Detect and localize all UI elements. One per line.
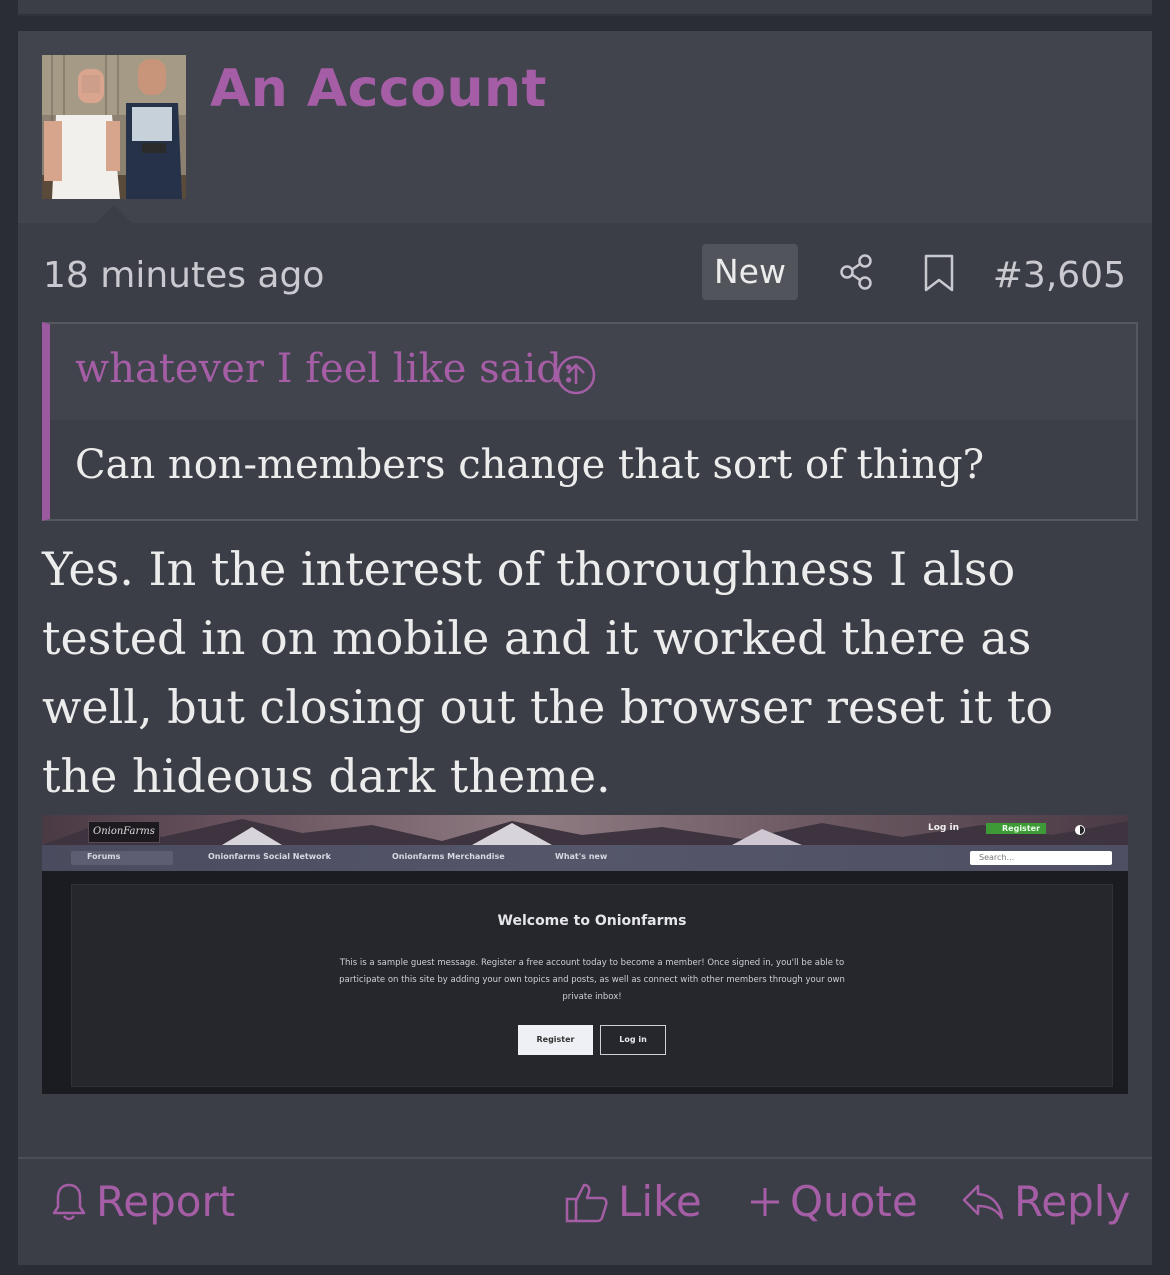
quote-label: Quote bbox=[790, 1177, 918, 1226]
post-user-header: An Account bbox=[18, 31, 1152, 223]
new-badge: New bbox=[702, 244, 798, 300]
quote-content: Can non-members change that sort of thin… bbox=[50, 420, 1136, 519]
bell-icon bbox=[52, 1183, 86, 1220]
like-label: Like bbox=[618, 1177, 702, 1226]
screenshot-site-logo: OnionFarms bbox=[88, 821, 160, 843]
quote-block: whatever I feel like said: Can non-membe… bbox=[42, 322, 1138, 521]
attached-screenshot[interactable]: OnionFarms Log in Register Forums Onionf… bbox=[42, 815, 1128, 1094]
post-actions-bar: Report Like Quote Reply bbox=[18, 1157, 1152, 1267]
thumbs-up-icon bbox=[565, 1183, 608, 1222]
share-icon[interactable] bbox=[838, 253, 876, 295]
quote-button[interactable]: Quote bbox=[748, 1177, 918, 1226]
screenshot-guest-message: This is a sample guest message. Register… bbox=[339, 958, 845, 1002]
avatar-image bbox=[42, 55, 186, 199]
mountain-banner-image bbox=[42, 819, 1128, 845]
screenshot-nav-merch: Onionfarms Merchandise bbox=[392, 852, 505, 861]
screenshot-theme-toggle-icon bbox=[1075, 825, 1085, 835]
report-label: Report bbox=[96, 1177, 236, 1226]
post-meta-bar: 18 minutes ago New #3,605 bbox=[18, 243, 1152, 303]
screenshot-search-box: Search... bbox=[970, 851, 1112, 865]
like-button[interactable]: Like bbox=[564, 1177, 702, 1226]
post-message: Yes. In the interest of thoroughness I a… bbox=[42, 542, 1054, 803]
previous-post-edge bbox=[18, 0, 1152, 16]
screenshot-login-button: Log in bbox=[600, 1025, 666, 1055]
reply-label: Reply bbox=[1014, 1177, 1131, 1226]
screenshot-login-link: Log in bbox=[928, 823, 959, 833]
reply-arrow-icon bbox=[962, 1184, 1004, 1219]
screenshot-register-link: Register bbox=[986, 823, 1047, 834]
report-button[interactable]: Report bbox=[50, 1177, 235, 1226]
screenshot-welcome-title: Welcome to Onionfarms bbox=[497, 913, 687, 929]
avatar-pointer bbox=[96, 205, 132, 223]
quote-attribution-link[interactable]: whatever I feel like said: bbox=[75, 346, 575, 392]
screenshot-banner: OnionFarms Log in Register bbox=[42, 815, 1128, 845]
forum-post: An Account 18 minutes ago New #3,605 wha… bbox=[18, 31, 1152, 1265]
screenshot-register-button: Register bbox=[518, 1025, 593, 1055]
jump-to-quote-icon[interactable] bbox=[555, 354, 597, 400]
screenshot-nav-social: Onionfarms Social Network bbox=[208, 852, 331, 861]
screenshot-nav-bar: Forums Onionfarms Social Network Onionfa… bbox=[42, 845, 1128, 871]
bookmark-icon[interactable] bbox=[922, 253, 956, 297]
screenshot-guest-panel: Welcome to Onionfarms This is a sample g… bbox=[71, 884, 1113, 1087]
user-avatar[interactable] bbox=[42, 55, 186, 199]
reply-button[interactable]: Reply bbox=[960, 1177, 1130, 1226]
plus-icon bbox=[751, 1187, 779, 1216]
quote-header: whatever I feel like said: bbox=[50, 324, 1136, 420]
screenshot-nav-whats-new: What's new bbox=[555, 852, 608, 861]
post-number-link[interactable]: #3,605 bbox=[993, 255, 1126, 296]
username-link[interactable]: An Account bbox=[210, 59, 547, 119]
screenshot-nav-forums: Forums bbox=[87, 852, 121, 861]
post-timestamp[interactable]: 18 minutes ago bbox=[43, 255, 324, 296]
quote-text: Can non-members change that sort of thin… bbox=[75, 442, 985, 488]
